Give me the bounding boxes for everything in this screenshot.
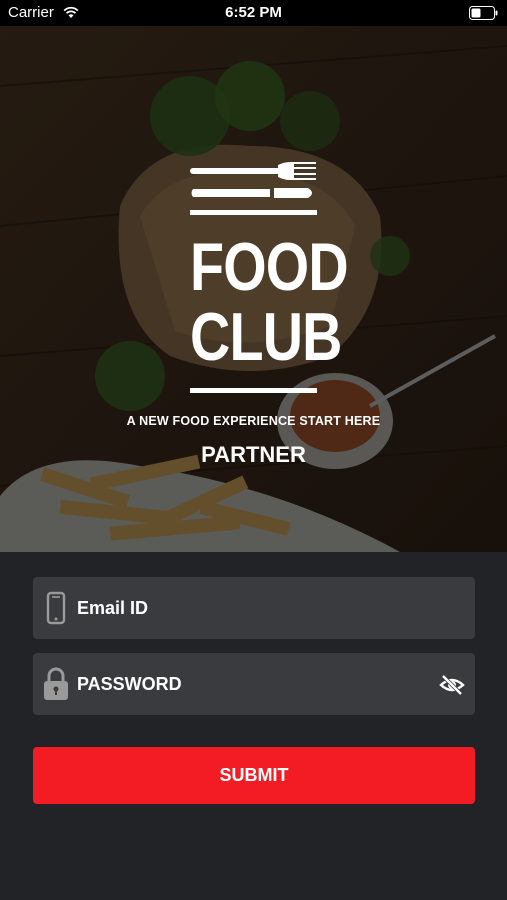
email-field[interactable]: Email ID (33, 577, 475, 639)
logo-word-food: FOOD (190, 229, 349, 305)
clock: 6:52 PM (225, 4, 282, 21)
hero-banner: FOOD CLUB A NEW FOOD EXPERIENCE START HE… (0, 26, 507, 552)
fork-icon (190, 162, 316, 180)
battery-icon (469, 6, 498, 20)
submit-button[interactable]: SUBMIT (33, 747, 475, 804)
status-bar: Carrier 6:52 PM (0, 0, 507, 26)
knife-icon (191, 188, 312, 198)
lock-icon (44, 667, 68, 700)
logo-divider-top (190, 210, 317, 215)
password-field[interactable]: PASSWORD (33, 653, 475, 715)
partner-heading: PARTNER (201, 442, 306, 467)
password-placeholder: PASSWORD (77, 674, 182, 694)
tagline: A NEW FOOD EXPERIENCE START HERE (126, 414, 381, 428)
logo-divider-bottom (190, 388, 317, 393)
logo-word-club: CLUB (190, 299, 342, 375)
email-placeholder: Email ID (77, 598, 149, 618)
eye-off-icon[interactable] (439, 672, 465, 698)
phone-icon (46, 591, 66, 625)
